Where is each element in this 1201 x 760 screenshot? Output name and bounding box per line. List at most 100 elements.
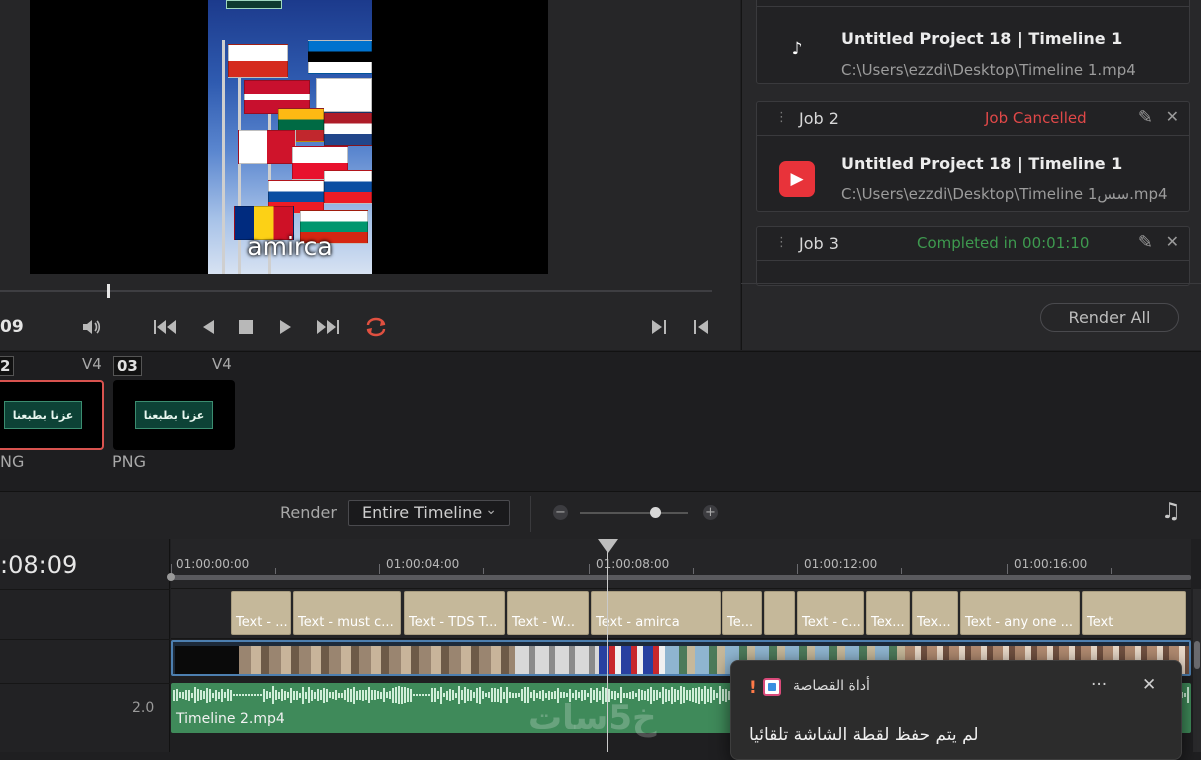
waveform-bar xyxy=(221,688,223,702)
render-job-3[interactable]: ⋮ Job 3 Completed in 00:01:10 ✎ ✕ xyxy=(756,226,1190,286)
scrub-handle[interactable] xyxy=(107,284,110,298)
prev-clip-icon[interactable] xyxy=(648,314,670,340)
waveform-bar xyxy=(503,691,505,699)
zoom-slider[interactable] xyxy=(580,512,688,514)
waveform-bar xyxy=(284,690,286,700)
text-clip[interactable]: Text xyxy=(1082,591,1186,635)
timeline-scroll-handle[interactable] xyxy=(167,573,175,581)
more-options-icon[interactable]: ··· xyxy=(1091,675,1107,695)
text-clip[interactable]: Text - must c... xyxy=(293,591,401,635)
waveform-bar xyxy=(281,689,283,701)
waveform-bar xyxy=(305,691,307,699)
waveform-bar xyxy=(179,692,181,698)
zoom-out-icon[interactable]: − xyxy=(553,505,568,520)
play-reverse-icon[interactable] xyxy=(198,314,218,340)
loop-icon[interactable] xyxy=(362,314,390,340)
waveform-bar xyxy=(215,689,217,701)
job-name: Job 2 xyxy=(799,109,839,128)
text-clip[interactable] xyxy=(764,591,795,635)
waveform-bar xyxy=(458,686,460,704)
waveform-bar xyxy=(266,691,268,699)
waveform-bar xyxy=(338,692,340,698)
render-job-2[interactable]: ⋮ Job 2 Job Cancelled ✎ ✕ ▶ Untitled Pro… xyxy=(756,101,1190,212)
text-clip[interactable]: Tex... xyxy=(912,591,958,635)
play-icon[interactable] xyxy=(276,314,296,340)
clip-thumbnail[interactable]: عزنا بطبعنا xyxy=(113,380,235,450)
waveform-bar xyxy=(260,694,262,696)
waveform-bar xyxy=(371,690,373,700)
waveform-bar xyxy=(689,689,691,701)
zoom-in-icon[interactable]: + xyxy=(703,505,718,520)
waveform-bar xyxy=(710,687,712,703)
text-clip[interactable]: Text - ... xyxy=(231,591,291,635)
waveform-bar xyxy=(212,692,214,698)
waveform-bar xyxy=(176,689,178,701)
waveform-bar xyxy=(182,691,184,699)
waveform-bar xyxy=(365,690,367,700)
waveform-bar xyxy=(506,687,508,703)
waveform-bar xyxy=(452,690,454,700)
waveform-bar xyxy=(716,692,718,698)
playhead-handle[interactable] xyxy=(598,539,618,553)
waveform-bar xyxy=(497,688,499,702)
waveform-bar xyxy=(488,692,490,698)
waveform-bar xyxy=(308,687,310,703)
waveform-bar xyxy=(461,690,463,700)
waveform-bar xyxy=(200,690,202,700)
waveform-bar xyxy=(704,686,706,704)
waveform-bar xyxy=(431,688,433,702)
pencil-icon[interactable]: ✎ xyxy=(1138,232,1153,253)
waveform-bar xyxy=(194,687,196,703)
waveform-bar xyxy=(383,688,385,702)
pencil-icon[interactable]: ✎ xyxy=(1138,107,1153,128)
waveform-bar xyxy=(566,693,568,697)
text-clip[interactable]: Tex... xyxy=(866,591,910,635)
zoom-slider-handle[interactable] xyxy=(650,507,661,518)
waveform-bar xyxy=(1187,687,1189,703)
timeline-scroll-bar[interactable] xyxy=(171,575,1191,580)
vertical-scrollbar[interactable] xyxy=(1193,589,1201,752)
text-track: Text - ... Text - must c... Text - TDS T… xyxy=(171,589,1191,639)
notification-toast[interactable]: ! أداة القصاصة ··· ✕ لم يتم حفظ لقطة الش… xyxy=(730,660,1182,760)
jump-end-icon[interactable] xyxy=(313,314,341,340)
render-range-select[interactable]: Entire Timeline ⌄ xyxy=(348,500,510,526)
drag-handle-icon[interactable]: ⋮ xyxy=(775,235,788,250)
waveform-bar xyxy=(185,690,187,700)
text-clip[interactable]: Te... xyxy=(722,591,762,635)
ruler-label: 01:00:12:00 xyxy=(804,557,878,571)
drag-handle-icon[interactable]: ⋮ xyxy=(775,110,788,125)
waveform-bar xyxy=(470,689,472,701)
waveform-bar xyxy=(407,688,409,702)
close-icon[interactable]: ✕ xyxy=(1166,107,1179,126)
waveform-bar xyxy=(242,694,244,696)
waveform-bar xyxy=(362,689,364,701)
render-all-button[interactable]: Render All xyxy=(1040,303,1179,332)
media-pool: 2 V4 عزنا بطبعنا NG 03 V4 عزنا بطبعنا PN… xyxy=(0,351,1201,491)
next-clip-icon[interactable] xyxy=(690,314,712,340)
clip-thumbnail[interactable]: عزنا بطبعنا xyxy=(0,380,104,450)
close-icon[interactable]: ✕ xyxy=(1166,232,1179,251)
text-clip[interactable]: Text - amirca xyxy=(591,591,721,635)
volume-icon[interactable] xyxy=(80,314,104,340)
stop-icon[interactable] xyxy=(236,314,256,340)
render-job-1[interactable]: ♪ Untitled Project 18 | Timeline 1 C:\Us… xyxy=(756,0,1190,84)
waveform-bar xyxy=(287,692,289,698)
waveform-bar xyxy=(398,686,400,704)
text-clip[interactable]: Text - TDS T... xyxy=(404,591,505,635)
vertical-scrollbar-thumb[interactable] xyxy=(1194,641,1200,669)
waveform-bar xyxy=(626,692,628,698)
waveform-bar xyxy=(254,694,256,696)
watermark: خ5سات xyxy=(528,698,657,738)
jump-start-icon[interactable] xyxy=(152,314,180,340)
music-note-icon[interactable]: ♫ xyxy=(1161,499,1181,524)
waveform-bar xyxy=(359,690,361,700)
clip-number: 03 xyxy=(113,356,142,376)
job-status: Job Cancelled xyxy=(985,109,1087,127)
timeline-ruler[interactable]: 01:00:00:00 01:00:04:00 01:00:08:00 01:0… xyxy=(171,539,1191,589)
waveform-bar xyxy=(698,686,700,704)
text-clip[interactable]: Text - any one ... xyxy=(960,591,1080,635)
waveform-bar xyxy=(368,687,370,703)
close-icon[interactable]: ✕ xyxy=(1142,675,1156,695)
text-clip[interactable]: Text - c... xyxy=(797,591,864,635)
text-clip[interactable]: Text - W... xyxy=(507,591,589,635)
